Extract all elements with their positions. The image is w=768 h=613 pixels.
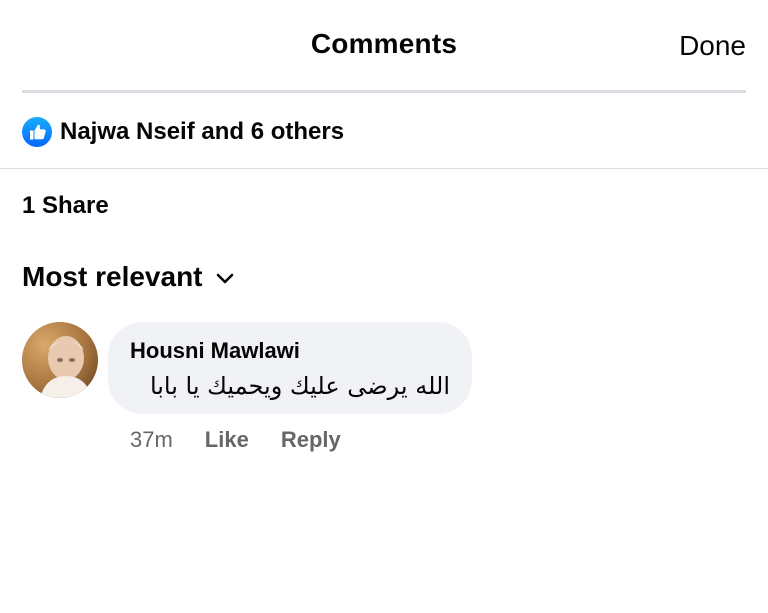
avatar[interactable] (22, 322, 98, 398)
comment-actions: 37m Like Reply (130, 427, 373, 453)
header-divider (22, 90, 746, 93)
like-button[interactable]: Like (205, 427, 249, 453)
reactions-summary-text: Najwa Nseif and 6 others (60, 118, 345, 145)
sort-dropdown[interactable]: Most relevant (22, 261, 235, 293)
comment-author[interactable]: Housni Mawlawi (130, 338, 300, 364)
chevron-down-icon (216, 273, 233, 284)
comments-header: Comments Done (0, 0, 768, 93)
done-button[interactable]: Done (679, 30, 746, 62)
comment-timestamp: 37m (130, 427, 173, 452)
page-title: Comments (310, 28, 458, 59)
comment-text: الله يرضى عليك ويحميك يا بابا (149, 372, 450, 400)
reactions-summary[interactable]: Najwa Nseif and 6 others (22, 112, 344, 152)
sort-label: Most relevant (22, 261, 203, 292)
divider (0, 168, 768, 169)
shares-count[interactable]: 1 Share (22, 192, 109, 220)
like-icon (22, 117, 52, 147)
comment-bubble: Housni Mawlawi الله يرضى عليك ويحميك يا … (108, 322, 472, 414)
reply-button[interactable]: Reply (281, 427, 341, 453)
